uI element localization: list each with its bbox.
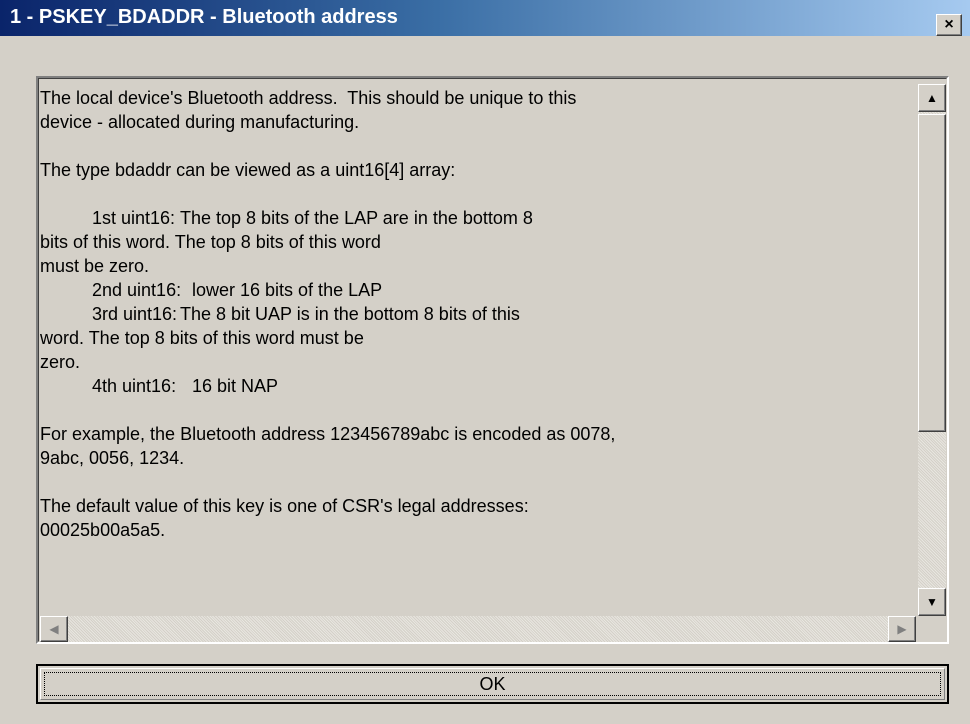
dialog-title: 1 - PSKEY_BDADDR - Bluetooth address [10, 6, 398, 28]
right-arrow-icon: ▶ [897, 622, 907, 636]
description-textbox[interactable]: The local device's Bluetooth address. Th… [36, 76, 949, 644]
paragraph-type: The type bdaddr can be viewed as a uint1… [40, 160, 456, 180]
field-label: 1st uint16: [92, 208, 176, 228]
field-desc-continued: must be zero. [40, 256, 150, 276]
close-icon: × [944, 16, 954, 33]
paragraph-default: The default value of this key is one of … [40, 496, 529, 540]
ok-button-label: OK [479, 673, 506, 694]
vertical-scroll-thumb[interactable] [918, 114, 946, 432]
field-desc: lower 16 bits of the LAP [192, 280, 383, 300]
description-text: The local device's Bluetooth address. Th… [40, 86, 910, 614]
scroll-up-button[interactable]: ▲ [918, 84, 946, 112]
field-desc-continued: zero. [40, 352, 81, 372]
scroll-left-button[interactable]: ◀ [40, 616, 68, 642]
paragraph-example: For example, the Bluetooth address 12345… [40, 424, 616, 468]
field-desc: 16 bit NAP [192, 376, 279, 396]
scroll-down-button[interactable]: ▼ [918, 588, 946, 616]
down-arrow-icon: ▼ [926, 595, 938, 609]
dialog-window: 1 - PSKEY_BDADDR - Bluetooth address × T… [0, 0, 970, 724]
ok-button[interactable]: OK [36, 664, 949, 704]
up-arrow-icon: ▲ [926, 91, 938, 105]
field-row: 1st uint16: The top 8 bits of the LAP ar… [40, 206, 910, 230]
field-desc: The 8 bit UAP is in the bottom 8 bits of… [180, 304, 520, 324]
field-label: 2nd uint16: [92, 280, 182, 300]
field-label: 3rd uint16: [92, 304, 178, 324]
vertical-scrollbar[interactable]: ▲ ▼ [918, 84, 946, 616]
field-row: 3rd uint16: The 8 bit UAP is in the bott… [40, 302, 910, 326]
left-arrow-icon: ◀ [49, 622, 59, 636]
field-list: 1st uint16: The top 8 bits of the LAP ar… [40, 206, 910, 398]
paragraph-intro: The local device's Bluetooth address. Th… [40, 88, 577, 132]
title-bar[interactable]: 1 - PSKEY_BDADDR - Bluetooth address × [0, 0, 970, 36]
field-desc-continued: word. The top 8 bits of this word must b… [40, 328, 364, 348]
scroll-right-button[interactable]: ▶ [888, 616, 916, 642]
ok-button-focus: OK [44, 672, 941, 696]
horizontal-scrollbar[interactable]: ◀ ▶ [40, 616, 916, 642]
field-desc: The top 8 bits of the LAP are in the bot… [180, 208, 533, 228]
field-row: 2nd uint16: lower 16 bits of the LAP [40, 278, 910, 302]
field-row: 4th uint16: 16 bit NAP [40, 374, 910, 398]
field-desc-continued: bits of this word. The top 8 bits of thi… [40, 232, 381, 252]
close-button[interactable]: × [936, 14, 962, 36]
field-label: 4th uint16: [92, 376, 177, 396]
